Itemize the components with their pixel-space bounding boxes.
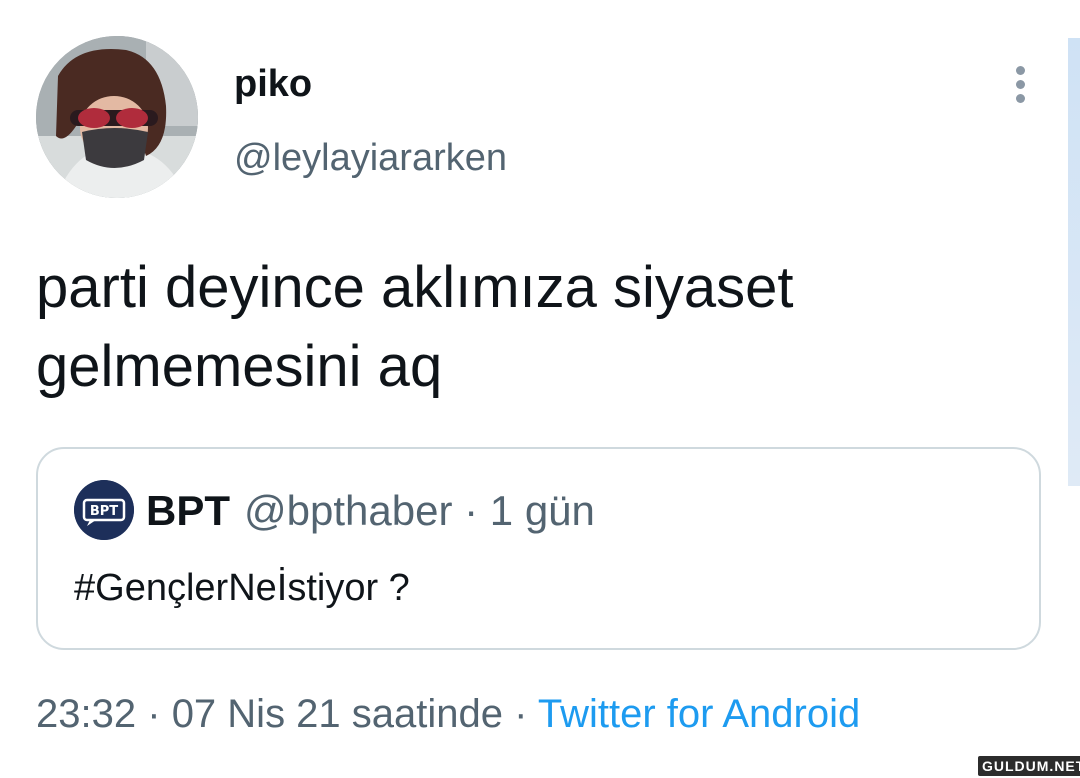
tweet-time: 23:32 bbox=[36, 692, 137, 736]
more-options-icon[interactable] bbox=[1004, 62, 1036, 106]
quoted-meta: @bpthaber · 1 gün bbox=[244, 487, 595, 535]
quoted-avatar[interactable]: BPT bbox=[74, 480, 134, 540]
quoted-text: #GençlerNeİstiyor ? bbox=[74, 567, 410, 609]
quoted-name[interactable]: BPT bbox=[146, 487, 230, 535]
author-avatar[interactable] bbox=[36, 36, 198, 198]
tweet-timestamp-bar: 23:32 · 07 Nis 21 saatinde · Twitter for… bbox=[36, 690, 860, 738]
author-display-name[interactable]: piko bbox=[234, 62, 312, 106]
quoted-separator: · bbox=[464, 487, 479, 534]
more-dot bbox=[1015, 79, 1025, 89]
quoted-handle[interactable]: @bpthaber bbox=[244, 487, 452, 534]
quoted-age: 1 gün bbox=[489, 487, 595, 534]
footer-separator: · bbox=[514, 692, 528, 736]
bpt-logo-icon: BPT bbox=[74, 480, 134, 540]
tweet-source-link[interactable]: Twitter for Android bbox=[538, 692, 860, 736]
site-watermark: GULDUM.NET bbox=[978, 756, 1080, 776]
avatar-photo bbox=[36, 36, 198, 198]
quoted-tweet-card[interactable]: BPT BPT @bpthaber · 1 gün #GençlerNeİsti… bbox=[36, 447, 1041, 650]
tweet-text: parti deyince aklımıza siyaset gelmemesi… bbox=[36, 248, 1016, 406]
scrollbar-thumb[interactable] bbox=[1068, 38, 1080, 486]
more-dot bbox=[1015, 93, 1025, 103]
tweet-date: 07 Nis 21 saatinde bbox=[171, 692, 504, 736]
author-handle[interactable]: @leylayiararken bbox=[234, 136, 507, 180]
tweet-text-line: parti deyince aklımıza siyaset bbox=[36, 255, 794, 320]
footer-separator: · bbox=[147, 692, 161, 736]
more-dot bbox=[1015, 65, 1025, 75]
tweet-text-line: gelmemesini aq bbox=[36, 334, 443, 399]
svg-text:BPT: BPT bbox=[90, 504, 118, 519]
